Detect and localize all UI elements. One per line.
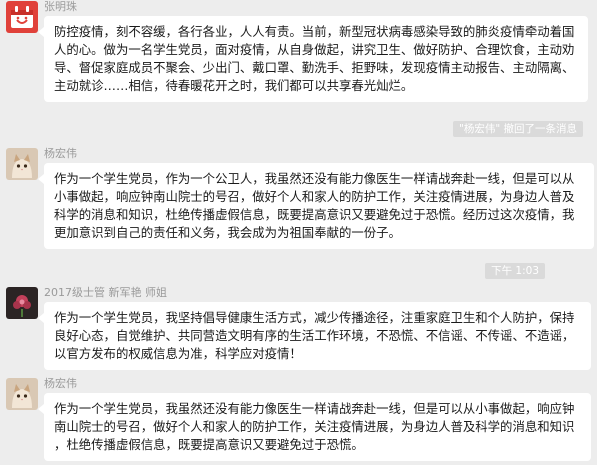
sender-name: 2017级士管 新军艳 师姐 — [44, 286, 167, 299]
message-line: 作为一个学生党员，我坚持倡导健康生活方式，减少传播途径，注重家庭卫生和个人防护，… — [54, 310, 575, 325]
message-line: 南山院士的号召，做好个人和家人的防护工作，关注疫情进展，为身边人普及科学的消息和… — [54, 419, 575, 434]
message-line: 导、督促家庭成员不聚会、少出门、戴口罩、勤洗手、拒野味，发现疫情主动报告、主动隔… — [54, 60, 575, 75]
message-line: 人的心。做为一名学生党员，面对疫情，从自身做起，讲究卫生、做好防护、合理饮食，主… — [54, 42, 575, 57]
message-line: 作为一个学生党员，作为一个公卫人，我虽然还没有能力像医生一样请战奔赴一线，但是可… — [54, 171, 575, 186]
sender-name: 张明珠 — [44, 0, 77, 13]
message-bubble[interactable]: 作为一个学生党员，我虽然还没有能力像医生一样请战奔赴一线，但是可以从小事做起，响… — [38, 393, 591, 461]
dark-flower-avatar[interactable] — [6, 287, 38, 319]
red-calendar-avatar[interactable] — [6, 1, 38, 33]
message-line: 主动就诊……相信，待春暖花开之时，我们都可以共享春光灿烂。 — [54, 78, 414, 93]
message-line: 科学的消息和知识，杜绝传播虚假信息，既要提高意识又要避免过于恐慌。经历过这次疫情… — [54, 207, 575, 222]
cat-avatar[interactable] — [6, 378, 38, 410]
timestamp: 下午 1:03 — [485, 263, 545, 279]
message-line: 作为一个学生党员，我虽然还没有能力像医生一样请战奔赴一线，但是可以从小事做起，响… — [54, 401, 575, 416]
sender-name: 杨宏伟 — [44, 377, 77, 390]
cat-avatar[interactable] — [6, 148, 38, 180]
message-line: 防控疫情，刻不容缓，各行各业，人人有责。当前，新型冠状病毒感染导致的肺炎疫情牵动… — [54, 24, 575, 39]
message-bubble[interactable]: 防控疫情，刻不容缓，各行各业，人人有责。当前，新型冠状病毒感染导致的肺炎疫情牵动… — [38, 16, 588, 102]
message-line: 更加意识到自己的责任和义务，我会成为为祖国奉献的一份子。 — [54, 225, 401, 240]
message-line: 以官方发布的权威信息为准，科学应对疫情！ — [54, 346, 302, 361]
message-line: 良好心态，自觉维护、共同营造文明有序的生活工作环境，不恐慌、不信谣、不传谣、不造… — [54, 328, 575, 343]
message-line: 小事做起，响应钟南山院士的号召，做好个人和家人的防护工作，关注疫情进展，为身边人… — [54, 189, 575, 204]
message-bubble[interactable]: 作为一个学生党员，我坚持倡导健康生活方式，减少传播途径，注重家庭卫生和个人防护，… — [38, 302, 591, 370]
message-bubble[interactable]: 作为一个学生党员，作为一个公卫人，我虽然还没有能力像医生一样请战奔赴一线，但是可… — [38, 163, 594, 249]
message-line: ，杜绝传播虚假信息，既要提高意识又要避免过于恐慌。 — [54, 437, 364, 452]
recall-notice: "杨宏伟" 撤回了一条消息 — [453, 121, 583, 137]
sender-name: 杨宏伟 — [44, 147, 77, 160]
